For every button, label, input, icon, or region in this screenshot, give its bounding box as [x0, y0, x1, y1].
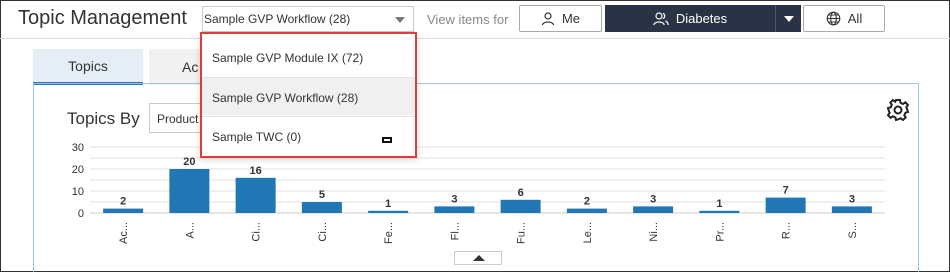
bar-value-label: 16: [250, 165, 262, 177]
bar-value-label: 20: [183, 156, 195, 168]
workflow-option-gvp-module-ix[interactable]: Sample GVP Module IX (72): [202, 38, 415, 76]
category-label: Fu...: [516, 222, 528, 244]
category-label: R...: [781, 222, 793, 239]
bar-4: [301, 202, 342, 213]
bar-value-label: 2: [120, 196, 126, 208]
bar-value-label: 7: [783, 185, 789, 197]
bar-5: [368, 210, 409, 213]
bar-value-label: 5: [319, 189, 325, 201]
bar-value-label: 3: [650, 193, 656, 205]
category-label: Le...: [582, 222, 594, 243]
workflow-option-gvp-workflow[interactable]: Sample GVP Workflow (28): [202, 77, 415, 115]
bar-10: [699, 210, 740, 213]
bar-9: [633, 206, 674, 213]
y-tick-label: 10: [72, 186, 84, 198]
category-label: Fl...: [449, 222, 461, 240]
bar-value-label: 1: [716, 198, 722, 210]
topics-bar-chart: 01020302Ac...20A...16Ci...5Ci...1Fe...3F…: [72, 142, 885, 244]
y-tick-label: 30: [72, 142, 84, 154]
category-label: A...: [184, 222, 196, 239]
category-label: Ci...: [251, 222, 263, 242]
bar-11: [765, 197, 806, 213]
workflow-option-label: Sample GVP Module IX (72): [212, 51, 364, 65]
bar-8: [566, 208, 607, 213]
small-rectangle-marker: [382, 137, 392, 143]
workflow-dropdown-menu: Sample GVP Module IX (72) Sample GVP Wor…: [200, 32, 417, 158]
bar-3: [235, 177, 276, 213]
workflow-option-label: Sample TWC (0): [212, 130, 302, 144]
category-label: S...: [847, 222, 859, 239]
category-label: Ci...: [317, 222, 329, 242]
bar-7: [500, 199, 541, 213]
category-label: Ni...: [648, 222, 660, 242]
workflow-option-label: Sample GVP Workflow (28): [212, 91, 359, 105]
bar-6: [434, 206, 475, 213]
workflow-option-twc[interactable]: Sample TWC (0): [202, 116, 415, 154]
category-label: Fe...: [383, 222, 395, 244]
bar-value-label: 1: [385, 198, 391, 210]
bar-value-label: 3: [849, 193, 855, 205]
category-label: Ac...: [118, 222, 130, 244]
bar-12: [831, 206, 872, 213]
bar-value-label: 6: [518, 187, 524, 199]
bar-1: [103, 208, 144, 213]
y-tick-label: 20: [72, 164, 84, 176]
y-tick-label: 0: [78, 208, 84, 220]
bar-value-label: 3: [451, 193, 457, 205]
collapse-chart-button[interactable]: [454, 251, 502, 265]
bar-2: [169, 169, 210, 213]
category-label: Pr...: [714, 222, 726, 242]
bar-value-label: 2: [584, 196, 590, 208]
